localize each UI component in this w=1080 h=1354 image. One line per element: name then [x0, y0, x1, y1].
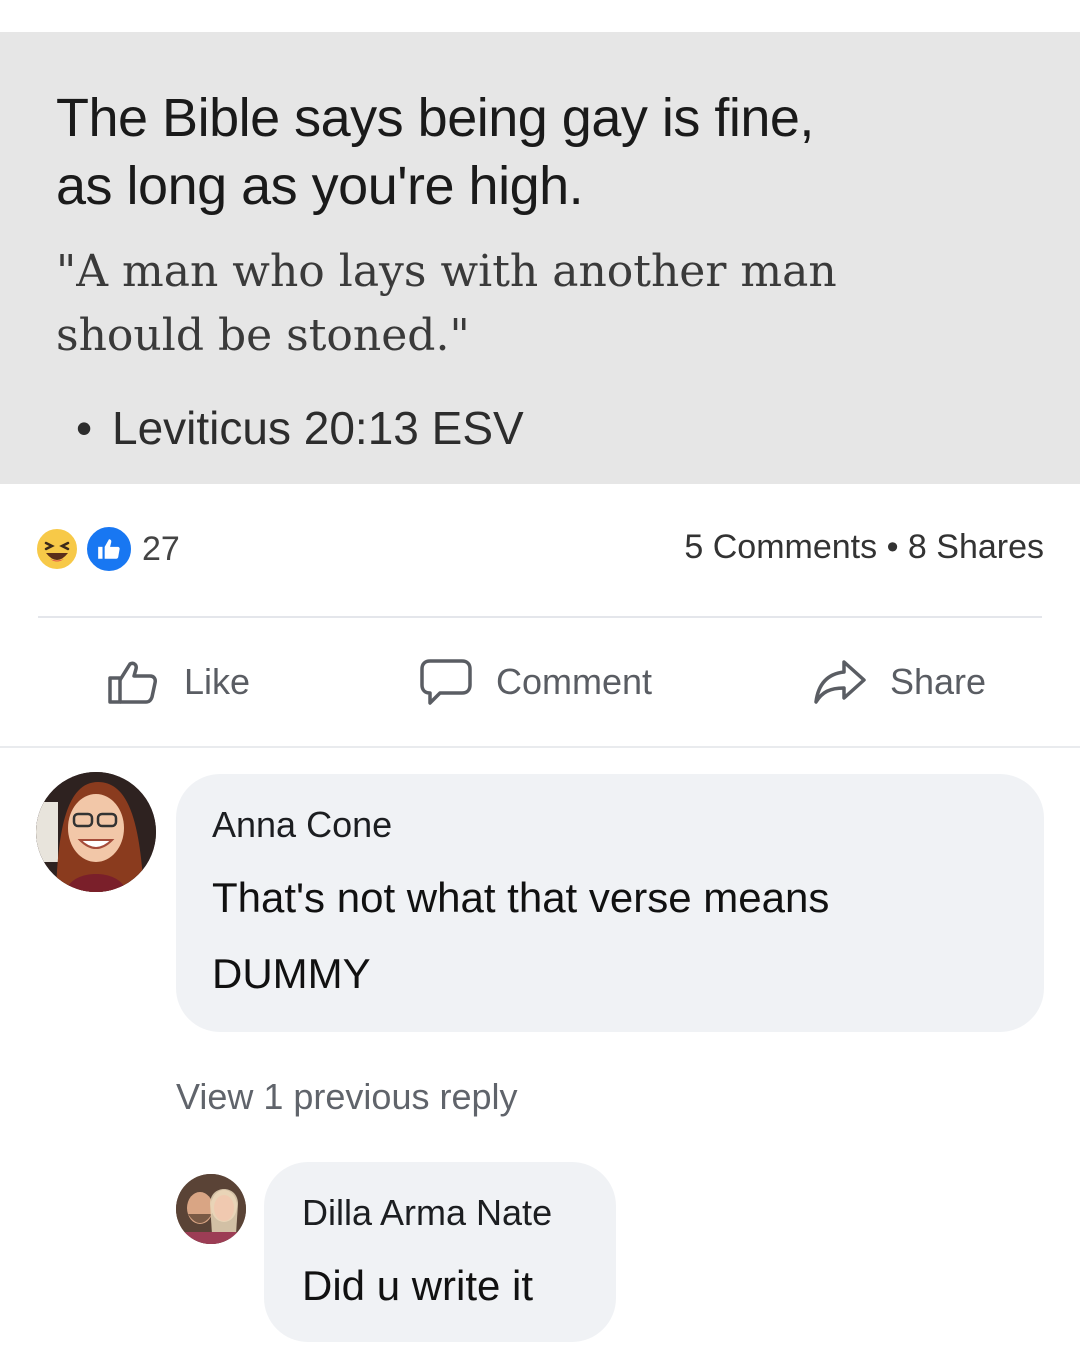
like-button[interactable]: Like	[106, 654, 250, 710]
like-label: Like	[184, 661, 251, 702]
share-button[interactable]: Share	[812, 654, 986, 710]
comment-button[interactable]: Comment	[418, 654, 652, 710]
comment-label: Comment	[496, 661, 653, 702]
shared-image-quote-card: The Bible says being gay is fine, as lon…	[0, 32, 1080, 484]
comment-author[interactable]: Anna Cone	[212, 804, 392, 846]
comment-text: That's not what that verse means DUMMY	[212, 874, 830, 997]
citation-bullet: •	[76, 402, 93, 454]
reactions-summary[interactable]: 27 5 Comments • 8 Shares	[0, 510, 1080, 586]
share-arrow-icon	[814, 660, 866, 704]
share-label: Share	[890, 661, 987, 702]
comment-bubble-icon	[420, 659, 472, 705]
verse-citation: • Leviticus 20:13 ESV	[76, 398, 524, 458]
avatar[interactable]	[176, 1174, 246, 1244]
reply-author[interactable]: Dilla Arma Nate	[302, 1192, 552, 1234]
view-previous-replies-link[interactable]: View 1 previous reply	[176, 1076, 518, 1118]
top-strip	[0, 0, 1080, 32]
reaction-count: 27	[142, 530, 180, 568]
reply-bubble[interactable]: Dilla Arma Nate Did u write it	[264, 1162, 616, 1342]
post-action-bar: Like Comment Share	[0, 640, 1080, 722]
comment-bubble[interactable]: Anna Cone That's not what that verse mea…	[176, 774, 1044, 1032]
haha-icon	[34, 526, 80, 572]
thumbs-up-icon	[108, 661, 157, 704]
like-icon	[84, 524, 134, 574]
reply-text: Did u write it	[302, 1262, 534, 1309]
divider	[0, 746, 1080, 748]
comments-shares-count[interactable]: 5 Comments • 8 Shares	[684, 528, 1044, 567]
bible-quote: "A man who lays with another man should …	[56, 246, 837, 361]
quote-headline: The Bible says being gay is fine, as lon…	[56, 88, 814, 216]
citation-text: Leviticus 20:13 ESV	[112, 402, 524, 454]
avatar[interactable]	[36, 772, 156, 892]
divider	[38, 616, 1042, 618]
